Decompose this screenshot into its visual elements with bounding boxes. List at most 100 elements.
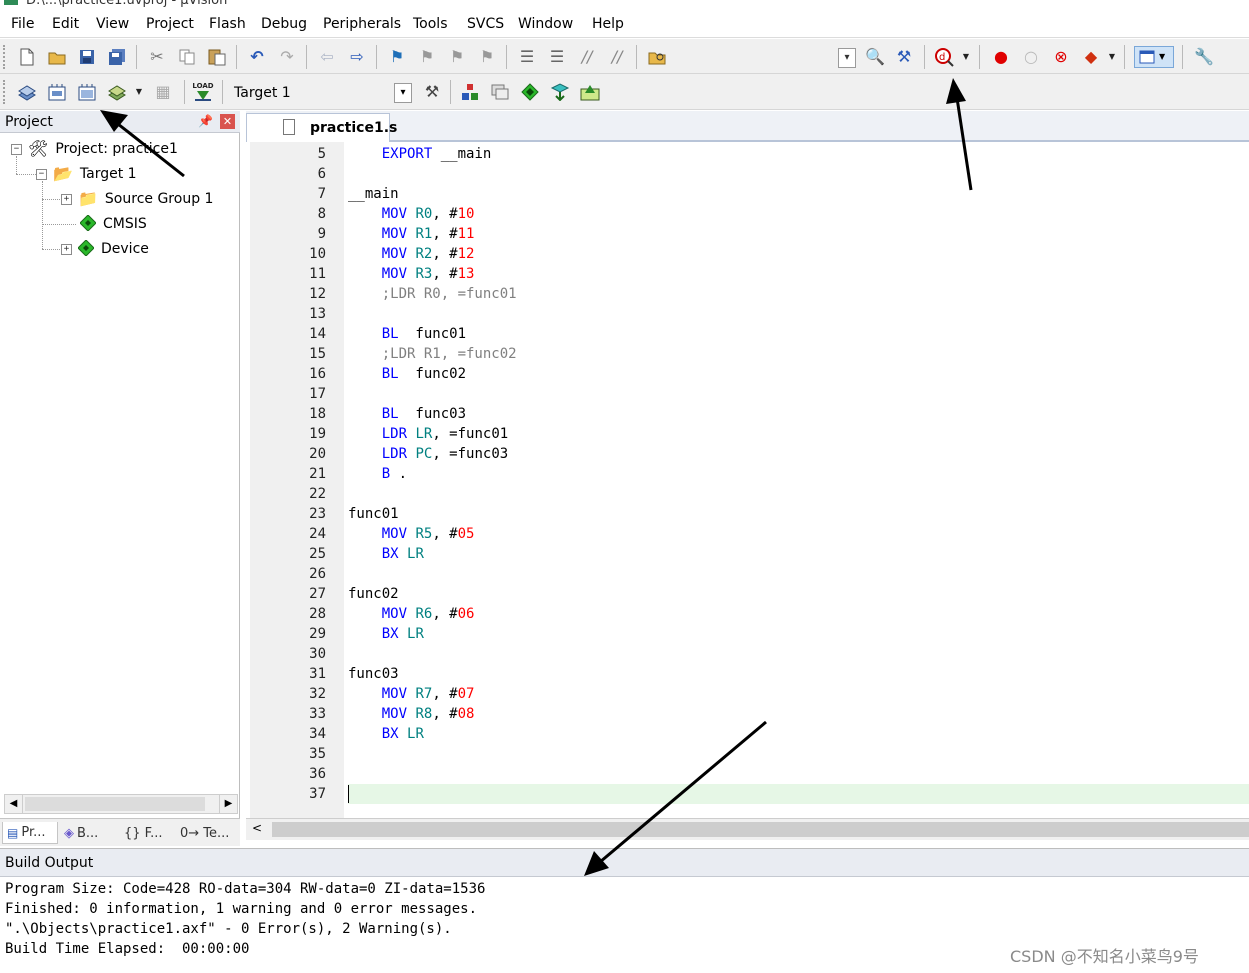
code-line[interactable]: func02 [348, 584, 399, 604]
scroll-thumb[interactable] [25, 797, 205, 811]
code-line[interactable]: MOV R3, #13 [348, 264, 475, 284]
code-line[interactable]: MOV R7, #07 [348, 684, 475, 704]
project-pane-scrollbar[interactable]: ◀ ▶ [4, 794, 238, 814]
incremental-find-icon[interactable]: 🔍 [864, 46, 886, 68]
next-bookmark-icon[interactable]: ⚑ [446, 46, 468, 68]
save-icon[interactable] [76, 46, 98, 68]
select-packs-icon[interactable] [489, 81, 511, 103]
code-line[interactable]: MOV R5, #05 [348, 524, 475, 544]
tab-templates[interactable]: 0→ Te... [176, 822, 238, 844]
tab-books[interactable]: ◈ B... [60, 822, 116, 844]
code-line[interactable]: MOV R6, #06 [348, 604, 475, 624]
code-line[interactable]: MOV R8, #08 [348, 704, 475, 724]
expand-icon[interactable]: + [61, 243, 72, 255]
comment-icon[interactable]: // [576, 46, 598, 68]
menu-file[interactable]: File [11, 16, 34, 32]
kill-breakpoints-icon[interactable]: ◆ [1080, 46, 1102, 68]
tree-item-target[interactable]: − 📂 Target 1 [36, 163, 137, 185]
code-line[interactable]: B . [348, 464, 407, 484]
build-icon[interactable] [46, 81, 68, 103]
rebuild-icon[interactable] [76, 81, 98, 103]
software-packs-icon[interactable] [579, 81, 601, 103]
find-in-files-icon[interactable] [646, 46, 668, 68]
disable-breakpoints-icon[interactable]: ⊗ [1050, 46, 1072, 68]
code-line[interactable]: BL func03 [348, 404, 466, 424]
configure-icon[interactable]: 🔧 [1193, 46, 1215, 68]
code-line[interactable]: LDR LR, =func01 [348, 424, 508, 444]
expand-icon[interactable]: + [61, 193, 72, 205]
nav-forward-icon[interactable]: ⇨ [346, 46, 368, 68]
indent-icon[interactable]: ☰ [516, 46, 538, 68]
menu-project[interactable]: Project [146, 16, 194, 32]
nav-back-icon[interactable]: ⇦ [316, 46, 338, 68]
toolbar-grip-2[interactable] [3, 80, 6, 104]
menu-peripherals[interactable]: Peripherals [323, 16, 401, 32]
pack-installer-icon[interactable] [549, 81, 571, 103]
menu-svcs[interactable]: SVCS [467, 16, 504, 32]
open-folder-icon[interactable] [46, 46, 68, 68]
code-area[interactable] [348, 142, 1249, 818]
new-file-icon[interactable] [16, 46, 38, 68]
undo-icon[interactable]: ↶ [246, 46, 268, 68]
menu-tools[interactable]: Tools [413, 16, 448, 32]
collapse-icon[interactable]: − [36, 168, 47, 180]
target-dropdown-icon[interactable]: ▾ [394, 83, 412, 103]
debug-dropdown-icon[interactable]: ▼ [961, 52, 971, 62]
close-icon[interactable]: ✕ [220, 114, 235, 129]
code-line[interactable]: BL func02 [348, 364, 466, 384]
unindent-icon[interactable]: ☰ [546, 46, 568, 68]
redo-icon[interactable]: ↷ [276, 46, 298, 68]
tree-item-project[interactable]: − 🛠 Project: practice1 [11, 138, 178, 160]
code-line[interactable]: MOV R2, #12 [348, 244, 475, 264]
breakpoint-dropdown-icon[interactable]: ▼ [1107, 52, 1117, 62]
target-select[interactable]: Target 1 ▾ [230, 81, 412, 105]
batch-dropdown-icon[interactable]: ▼ [134, 87, 144, 97]
translate-icon[interactable] [16, 81, 38, 103]
code-line[interactable]: func01 [348, 504, 399, 524]
window-layout-icon[interactable]: ▼ [1134, 46, 1174, 68]
prev-bookmark-icon[interactable]: ⚑ [416, 46, 438, 68]
enable-breakpoint-icon[interactable]: ○ [1020, 46, 1042, 68]
code-line[interactable]: __main [348, 184, 399, 204]
batch-build-icon[interactable] [106, 81, 128, 103]
code-line[interactable]: ;LDR R1, =func02 [348, 344, 517, 364]
find-dropdown-icon[interactable]: ▾ [838, 48, 856, 68]
tab-functions[interactable]: {} F... [120, 822, 174, 844]
menu-edit[interactable]: Edit [52, 16, 79, 32]
scroll-left-icon[interactable]: < [252, 821, 262, 835]
browse-icon[interactable]: ⚒ [893, 46, 915, 68]
scroll-right-icon[interactable]: ▶ [219, 795, 237, 813]
code-line[interactable]: BL func01 [348, 324, 466, 344]
options-for-target-icon[interactable]: ⚒ [421, 81, 443, 103]
save-all-icon[interactable] [106, 46, 128, 68]
download-load-icon[interactable]: LOAD [192, 81, 214, 103]
menu-view[interactable]: View [96, 16, 129, 32]
editor-scrollbar[interactable]: < [246, 818, 1249, 840]
code-line[interactable]: EXPORT __main [348, 144, 492, 164]
code-line[interactable]: BX LR [348, 624, 424, 644]
copy-icon[interactable] [176, 46, 198, 68]
manage-rte-icon[interactable] [519, 81, 541, 103]
tree-item-source-group[interactable]: + 📁 Source Group 1 [61, 188, 213, 210]
code-line[interactable]: ;LDR R0, =func01 [348, 284, 517, 304]
menu-help[interactable]: Help [592, 16, 624, 32]
tree-item-cmsis[interactable]: CMSIS [79, 213, 147, 235]
menu-flash[interactable]: Flash [209, 16, 246, 32]
tree-item-device[interactable]: + Device [61, 238, 149, 260]
clear-bookmarks-icon[interactable]: ⚑ [476, 46, 498, 68]
code-line[interactable]: MOV R0, #10 [348, 204, 475, 224]
menu-window[interactable]: Window [518, 16, 573, 32]
collapse-icon[interactable]: − [11, 143, 22, 155]
toolbar-grip[interactable] [3, 45, 6, 69]
debug-session-icon[interactable]: d [933, 46, 955, 68]
manage-project-items-icon[interactable] [459, 81, 481, 103]
bookmark-icon[interactable]: ⚑ [386, 46, 408, 68]
code-line[interactable]: func03 [348, 664, 399, 684]
tab-practice1-s[interactable]: practice1.s [246, 113, 397, 142]
paste-icon[interactable] [206, 46, 228, 68]
pin-icon[interactable]: 📌 [198, 114, 213, 128]
uncomment-icon[interactable]: // [606, 46, 628, 68]
stop-build-icon[interactable]: ▦ [152, 81, 174, 103]
code-line[interactable]: BX LR [348, 544, 424, 564]
tab-project[interactable]: ▤ Pr... [2, 822, 58, 844]
